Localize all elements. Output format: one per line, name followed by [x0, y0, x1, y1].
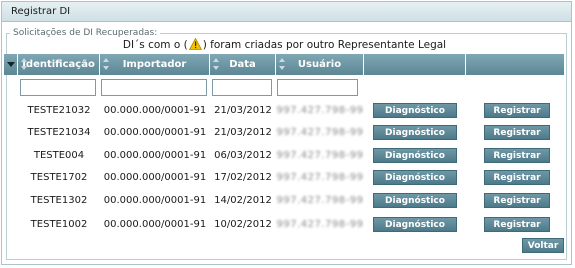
cell-identificacao: TESTE1002	[30, 219, 88, 230]
table-row: TESTE1702 00.000.000/0001-91 17/02/2012 …	[0, 167, 575, 189]
sort-arrows-icon	[213, 58, 219, 70]
sort-arrows-icon	[279, 58, 285, 70]
registrar-button[interactable]: Registrar	[484, 170, 550, 185]
filter-usuario-input[interactable]	[277, 79, 358, 96]
cell-usuario: 997.427.798-99	[276, 195, 364, 206]
notice-before: DI´s com o (	[122, 39, 188, 51]
panel-title: Registrar DI	[2, 2, 571, 22]
sort-toggle[interactable]	[4, 54, 18, 75]
cell-identificacao: TESTE21032	[27, 105, 91, 116]
diagnostico-button[interactable]: Diagnóstico	[373, 148, 457, 163]
diagnostico-button[interactable]: Diagnóstico	[373, 170, 457, 185]
cell-identificacao: TESTE1302	[30, 195, 88, 206]
cell-identificacao: TESTE21034	[27, 127, 91, 138]
table-row: TESTE1002 00.000.000/0001-91 10/02/2012 …	[0, 214, 575, 236]
registrar-button[interactable]: Registrar	[484, 148, 550, 163]
warning-icon	[188, 37, 202, 53]
column-header-importador[interactable]: Importador	[100, 54, 210, 75]
cell-importador: 00.000.000/0001-91	[103, 127, 207, 138]
registrar-button[interactable]: Registrar	[484, 217, 550, 232]
diagnostico-button[interactable]: Diagnóstico	[373, 217, 457, 232]
cell-usuario: 997.427.798-99	[276, 219, 364, 230]
sort-arrows-icon	[103, 58, 109, 70]
cell-importador: 00.000.000/0001-91	[103, 219, 207, 230]
cell-data: 10/02/2012	[214, 219, 272, 230]
diagnostico-button[interactable]: Diagnóstico	[373, 103, 457, 118]
fieldset-legend: Solicitações de DI Recuperadas:	[13, 28, 158, 38]
table-header: Identificação Importador Data Usuário	[4, 54, 564, 75]
cell-usuario: 997.427.798-99	[276, 127, 364, 138]
cell-data: 21/03/2012	[214, 105, 272, 116]
column-header-data[interactable]: Data	[210, 54, 276, 75]
cell-usuario: 997.427.798-99	[276, 172, 364, 183]
filter-data-input[interactable]	[212, 79, 272, 96]
sort-arrows-icon	[21, 58, 27, 70]
cell-data: 14/02/2012	[214, 195, 272, 206]
diagnostico-button[interactable]: Diagnóstico	[373, 193, 457, 208]
cell-importador: 00.000.000/0001-91	[103, 105, 207, 116]
cell-data: 17/02/2012	[214, 172, 272, 183]
voltar-button[interactable]: Voltar	[522, 238, 564, 253]
notice-text: DI´s com o ( ) foram criadas por outro Re…	[4, 37, 565, 53]
registrar-button[interactable]: Registrar	[484, 193, 550, 208]
table-row: TESTE004 00.000.000/0001-91 06/03/2012 9…	[0, 145, 575, 167]
cell-importador: 00.000.000/0001-91	[103, 150, 207, 161]
diagnostico-button[interactable]: Diagnóstico	[373, 125, 457, 140]
cell-identificacao: TESTE004	[33, 150, 85, 161]
cell-data: 06/03/2012	[214, 150, 272, 161]
table-row: TESTE1302 00.000.000/0001-91 14/02/2012 …	[0, 190, 575, 212]
column-header-blank-diagnostico	[364, 54, 466, 75]
cell-usuario: 997.427.798-99	[276, 150, 364, 161]
cell-importador: 00.000.000/0001-91	[103, 195, 207, 206]
filter-importador-input[interactable]	[101, 79, 207, 96]
registrar-button[interactable]: Registrar	[484, 125, 550, 140]
cell-identificacao: TESTE1702	[30, 172, 88, 183]
filter-identificacao-input[interactable]	[20, 79, 96, 96]
registrar-button[interactable]: Registrar	[484, 103, 550, 118]
table-row: TESTE21032 00.000.000/0001-91 21/03/2012…	[0, 100, 575, 122]
column-header-identificacao[interactable]: Identificação	[18, 54, 100, 75]
table-row: TESTE21034 00.000.000/0001-91 21/03/2012…	[0, 122, 575, 144]
column-header-blank-registrar	[466, 54, 564, 75]
cell-data: 21/03/2012	[214, 127, 272, 138]
column-header-usuario[interactable]: Usuário	[276, 54, 364, 75]
notice-after: ) foram criadas por outro Representante …	[202, 39, 447, 51]
cell-importador: 00.000.000/0001-91	[103, 172, 207, 183]
cell-usuario: 997.427.798-99	[276, 105, 364, 116]
